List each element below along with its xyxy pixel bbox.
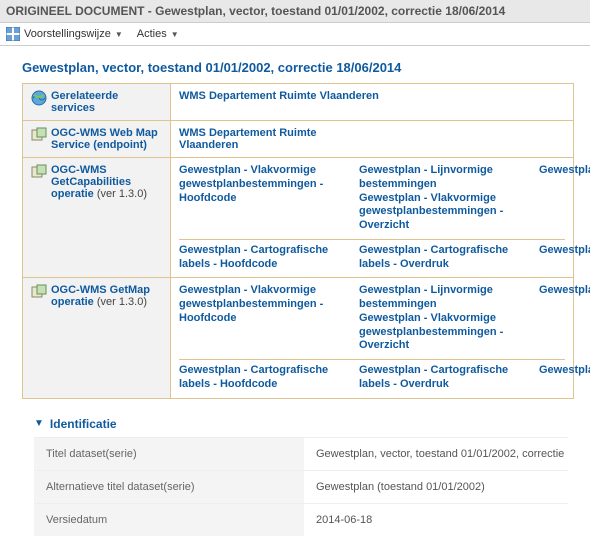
ident-value: Gewestplan (toestand 01/01/2002) [304, 471, 568, 503]
caret-down-icon: ▼ [171, 30, 179, 39]
layer-link[interactable]: Gewestplan - Lijnvormige bestemmingen - … [539, 164, 590, 176]
identification-heading: Identificatie [50, 417, 117, 431]
header-prefix: ORIGINEEL DOCUMENT [6, 4, 144, 18]
header-title: Gewestplan, vector, toestand 01/01/2002,… [155, 4, 505, 18]
wms-endpoint-value-cell: WMS Departement Ruimte Vlaanderen [171, 121, 574, 158]
ident-row: Versiedatum 2014-06-18 [34, 503, 568, 536]
getmap-ver: (ver 1.3.0) [97, 296, 147, 308]
map-service-icon [31, 284, 47, 300]
layer-link[interactable]: Gewestplan - Vlakvormige gewestplanbeste… [179, 164, 353, 205]
caret-down-icon: ▼ [115, 30, 123, 39]
layer-link[interactable]: Gewestplan - Vlakvormige gewestplanbeste… [359, 312, 533, 353]
getcapabilities-value-cell: Gewestplan - Vlakvormige gewestplanbeste… [171, 158, 574, 278]
separator [179, 359, 565, 360]
getmap-value-cell: Gewestplan - Vlakvormige gewestplanbeste… [171, 278, 574, 398]
layer-link[interactable]: Gewestplan - Lijnvormige bestemmingen - … [539, 284, 590, 296]
layer-link[interactable]: Gewestplan - Lijnvormige bestemmingen [359, 164, 533, 192]
actions-dropdown[interactable]: Acties ▼ [137, 28, 179, 40]
layer-link[interactable]: Gewestplan - Cartografische labels - Hoo… [179, 364, 353, 392]
wms-endpoint-link[interactable]: OGC-WMS Web Map Service (endpoint) [51, 127, 162, 151]
getcapabilities-cell: OGC-WMS GetCapabilities operatie (ver 1.… [23, 158, 171, 278]
separator [179, 239, 565, 240]
view-mode-label: Voorstellingswijze [24, 28, 111, 40]
layer-link[interactable]: Gewestplan - Lijnvormige bestemmingen [359, 284, 533, 312]
wms-dept-cell: WMS Departement Ruimte Vlaanderen [171, 84, 574, 121]
actions-label: Acties [137, 28, 167, 40]
chevron-down-icon: ▼ [34, 418, 44, 429]
view-mode-dropdown[interactable]: Voorstellingswijze ▼ [6, 27, 123, 41]
services-table: Gerelateerde services WMS Departement Ru… [22, 83, 574, 399]
map-service-icon [31, 127, 47, 143]
main-content: Gewestplan, vector, toestand 01/01/2002,… [0, 46, 590, 544]
globe-icon [31, 90, 47, 106]
layer-link[interactable]: Gewestplan - Cartografische labels - Hoo… [179, 244, 353, 272]
wms-dept-link[interactable]: WMS Departement Ruimte Vlaanderen [179, 90, 379, 102]
ident-value: 2014-06-18 [304, 504, 568, 536]
layer-link[interactable]: Gewestplan - Vlakvormige gewestplanbeste… [179, 284, 353, 325]
wms-endpoint-cell: OGC-WMS Web Map Service (endpoint) [23, 121, 171, 158]
ident-row: Alternatieve titel dataset(serie) Gewest… [34, 470, 568, 503]
getmap-cell: OGC-WMS GetMap operatie (ver 1.3.0) [23, 278, 171, 398]
ident-label: Alternatieve titel dataset(serie) [34, 471, 304, 503]
layer-link[interactable]: Gewestplan - Vlakvormige gewestplanbeste… [359, 192, 533, 233]
identification-toggle[interactable]: ▼ Identificatie [34, 417, 568, 431]
ident-row: Titel dataset(serie) Gewestplan, vector,… [34, 437, 568, 470]
document-header: ORIGINEEL DOCUMENT - Gewestplan, vector,… [0, 0, 590, 23]
map-service-icon [31, 164, 47, 180]
getcapabilities-ver: (ver 1.3.0) [97, 188, 147, 200]
wms-endpoint-value-link[interactable]: WMS Departement Ruimte Vlaanderen [179, 127, 369, 151]
identification-section: ▼ Identificatie Titel dataset(serie) Gew… [34, 417, 568, 536]
grid-icon [6, 27, 20, 41]
ident-label: Versiedatum [34, 504, 304, 536]
page-title: Gewestplan, vector, toestand 01/01/2002,… [22, 60, 574, 75]
ident-value: Gewestplan, vector, toestand 01/01/2002,… [304, 438, 568, 470]
related-services-link[interactable]: Gerelateerde services [51, 90, 162, 114]
toolbar: Voorstellingswijze ▼ Acties ▼ [0, 23, 590, 46]
ident-label: Titel dataset(serie) [34, 438, 304, 470]
layer-link[interactable]: Gewestplan - Cartografische labels - Gro… [539, 244, 590, 256]
layer-link[interactable]: Gewestplan - Cartografische labels - Ove… [359, 364, 533, 392]
layer-link[interactable]: Gewestplan - Cartografische labels - Ove… [359, 244, 533, 272]
related-services-cell: Gerelateerde services [23, 84, 171, 121]
layer-link[interactable]: Gewestplan - Cartografische labels - Gro… [539, 364, 590, 376]
